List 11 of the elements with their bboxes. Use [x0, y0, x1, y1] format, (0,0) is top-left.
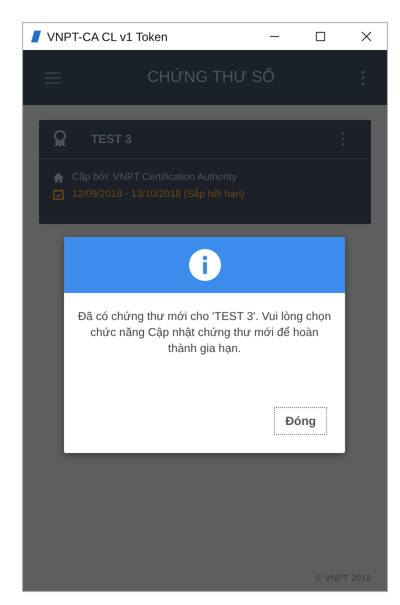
app-logo-icon	[31, 30, 41, 43]
close-button[interactable]: Đóng	[274, 407, 327, 435]
window-title: VNPT-CA CL v1 Token	[47, 30, 169, 44]
validity-text: 12/09/2018 - 13/10/2018 (Sắp hết hạn)	[72, 189, 244, 200]
calendar-icon	[53, 189, 64, 200]
home-icon	[53, 172, 64, 183]
dialog-message: Đã có chứng thư mới cho 'TEST 3'. Vui lòng chọn chức năng Cập nhật chứng thư mới để hoàn thành gia hạn.	[78, 310, 331, 357]
maximize-icon[interactable]	[315, 31, 326, 42]
award-icon	[53, 130, 67, 148]
close-icon[interactable]	[361, 31, 372, 42]
info-icon	[188, 249, 220, 281]
